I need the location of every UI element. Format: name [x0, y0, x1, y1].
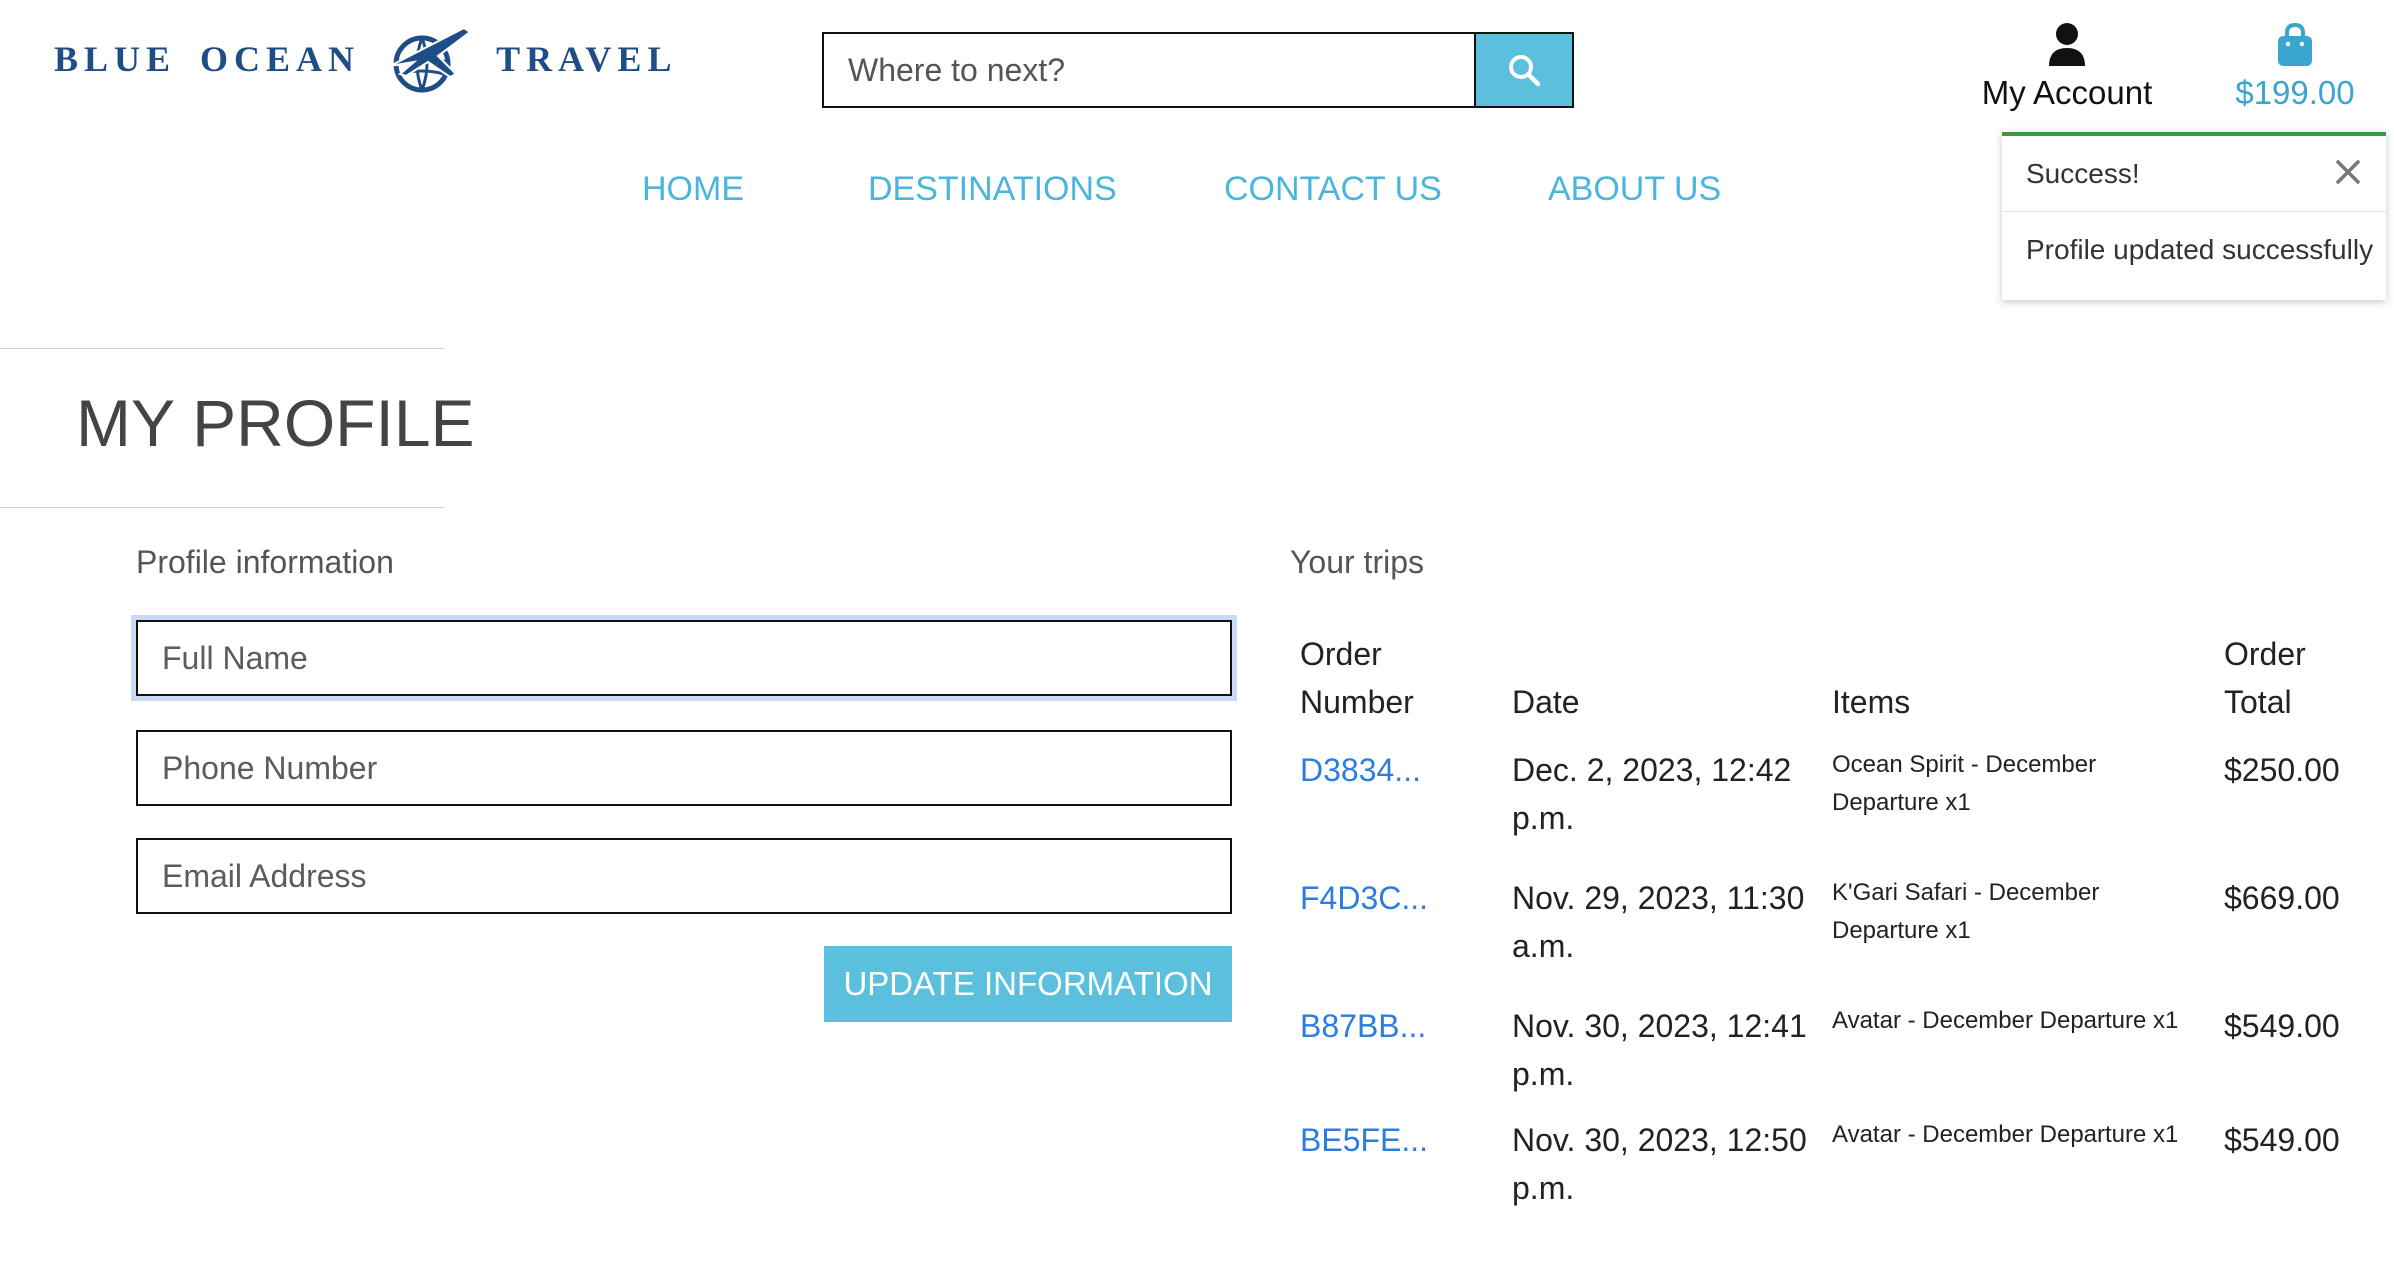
header-order-line1: Order — [1300, 636, 1382, 672]
nav-item-home[interactable]: HOME — [642, 170, 744, 209]
email-address-field[interactable] — [136, 838, 1232, 914]
order-date: Nov. 30, 2023, 12:50 p.m. — [1512, 1116, 1807, 1212]
my-account-link[interactable]: My Account — [1972, 22, 2162, 112]
search-input[interactable] — [824, 34, 1474, 106]
profile-heading: Profile information — [136, 544, 394, 580]
toast-title: Success! — [2026, 157, 2140, 189]
nav-item-destinations[interactable]: DESTINATIONS — [868, 170, 1117, 209]
order-items: Ocean Spirit - December Departure x1 — [1832, 746, 2096, 822]
order-items-line1: Ocean Spirit - December — [1832, 751, 2097, 778]
trips-heading: Your trips — [1290, 544, 1424, 580]
success-toast: Success! Profile updated successfully — [2002, 132, 2386, 300]
order-total: $549.00 — [2224, 1008, 2340, 1044]
brand-word-ocean: OCEAN — [200, 39, 361, 79]
order-items-line1: K'Gari Safari - December — [1832, 879, 2100, 906]
search-button[interactable] — [1474, 34, 1572, 106]
order-items: Avatar - December Departure x1 — [1832, 1116, 2178, 1154]
brand-logo[interactable]: BLUE OCEAN TRAVEL — [54, 22, 677, 96]
page-title-block: MY PROFILE — [0, 348, 475, 508]
toast-message: Profile updated successfully — [2026, 234, 2374, 265]
order-items-line2: Departure x1 — [1832, 789, 1971, 816]
nav-item-contact-us[interactable]: CONTACT US — [1224, 170, 1442, 209]
globe-airplane-icon — [389, 26, 472, 93]
full-name-field[interactable] — [136, 620, 1232, 696]
order-number-link[interactable]: D3834... — [1300, 746, 1421, 794]
order-total: $669.00 — [2224, 880, 2340, 916]
order-date-line1: Dec. 2, 2023, 12:42 — [1512, 752, 1792, 788]
header-items: Items — [1832, 684, 1911, 720]
search-icon — [1509, 55, 1541, 87]
shopping-bag-icon — [2278, 22, 2312, 66]
order-total: $549.00 — [2224, 1122, 2340, 1158]
header-order-total: Order Total — [2224, 630, 2306, 726]
order-items-line2: Departure x1 — [1832, 917, 1971, 944]
order-date-line1: Nov. 30, 2023, 12:41 — [1512, 1008, 1807, 1044]
header-total-line1: Order — [2224, 636, 2306, 672]
header-date: Date — [1512, 684, 1580, 720]
order-number-link[interactable]: B87BB... — [1300, 1002, 1426, 1050]
header-order-line2: Number — [1300, 684, 1414, 720]
brand-word-travel: TRAVEL — [496, 39, 678, 79]
order-date-line2: p.m. — [1512, 800, 1575, 836]
order-date-line2: a.m. — [1512, 928, 1575, 964]
order-items-line1: Avatar - December Departure x1 — [1832, 1121, 2179, 1148]
order-total: $250.00 — [2224, 752, 2340, 788]
brand-word-blue: BLUE — [54, 39, 177, 79]
order-date-line2: p.m. — [1512, 1170, 1575, 1206]
search-bar — [822, 32, 1574, 108]
header-total-line2: Total — [2224, 684, 2292, 720]
order-date-line1: Nov. 29, 2023, 11:30 — [1512, 880, 1805, 916]
user-icon — [2049, 23, 2085, 66]
update-information-button[interactable]: UPDATE INFORMATION — [824, 946, 1232, 1022]
order-date: Dec. 2, 2023, 12:42 p.m. — [1512, 746, 1791, 842]
header-order-number: Order Number — [1300, 630, 1414, 726]
close-icon[interactable] — [2332, 156, 2364, 188]
page-title: MY PROFILE — [76, 386, 475, 460]
nav-item-about-us[interactable]: ABOUT US — [1548, 170, 1721, 209]
order-date: Nov. 30, 2023, 12:41 p.m. — [1512, 1002, 1807, 1098]
bag-total: $199.00 — [2235, 74, 2355, 111]
order-number-link[interactable]: F4D3C... — [1300, 874, 1428, 922]
order-date: Nov. 29, 2023, 11:30 a.m. — [1512, 874, 1804, 970]
shopping-bag-link[interactable]: $199.00 — [2220, 22, 2370, 112]
phone-number-field[interactable] — [136, 730, 1232, 806]
order-date-line1: Nov. 30, 2023, 12:50 — [1512, 1122, 1807, 1158]
order-number-link[interactable]: BE5FE... — [1300, 1116, 1428, 1164]
order-date-line2: p.m. — [1512, 1056, 1575, 1092]
order-items: Avatar - December Departure x1 — [1832, 1002, 2178, 1040]
order-items: K'Gari Safari - December Departure x1 — [1832, 874, 2099, 950]
order-items-line1: Avatar - December Departure x1 — [1832, 1007, 2179, 1034]
my-account-label: My Account — [1981, 74, 2153, 111]
